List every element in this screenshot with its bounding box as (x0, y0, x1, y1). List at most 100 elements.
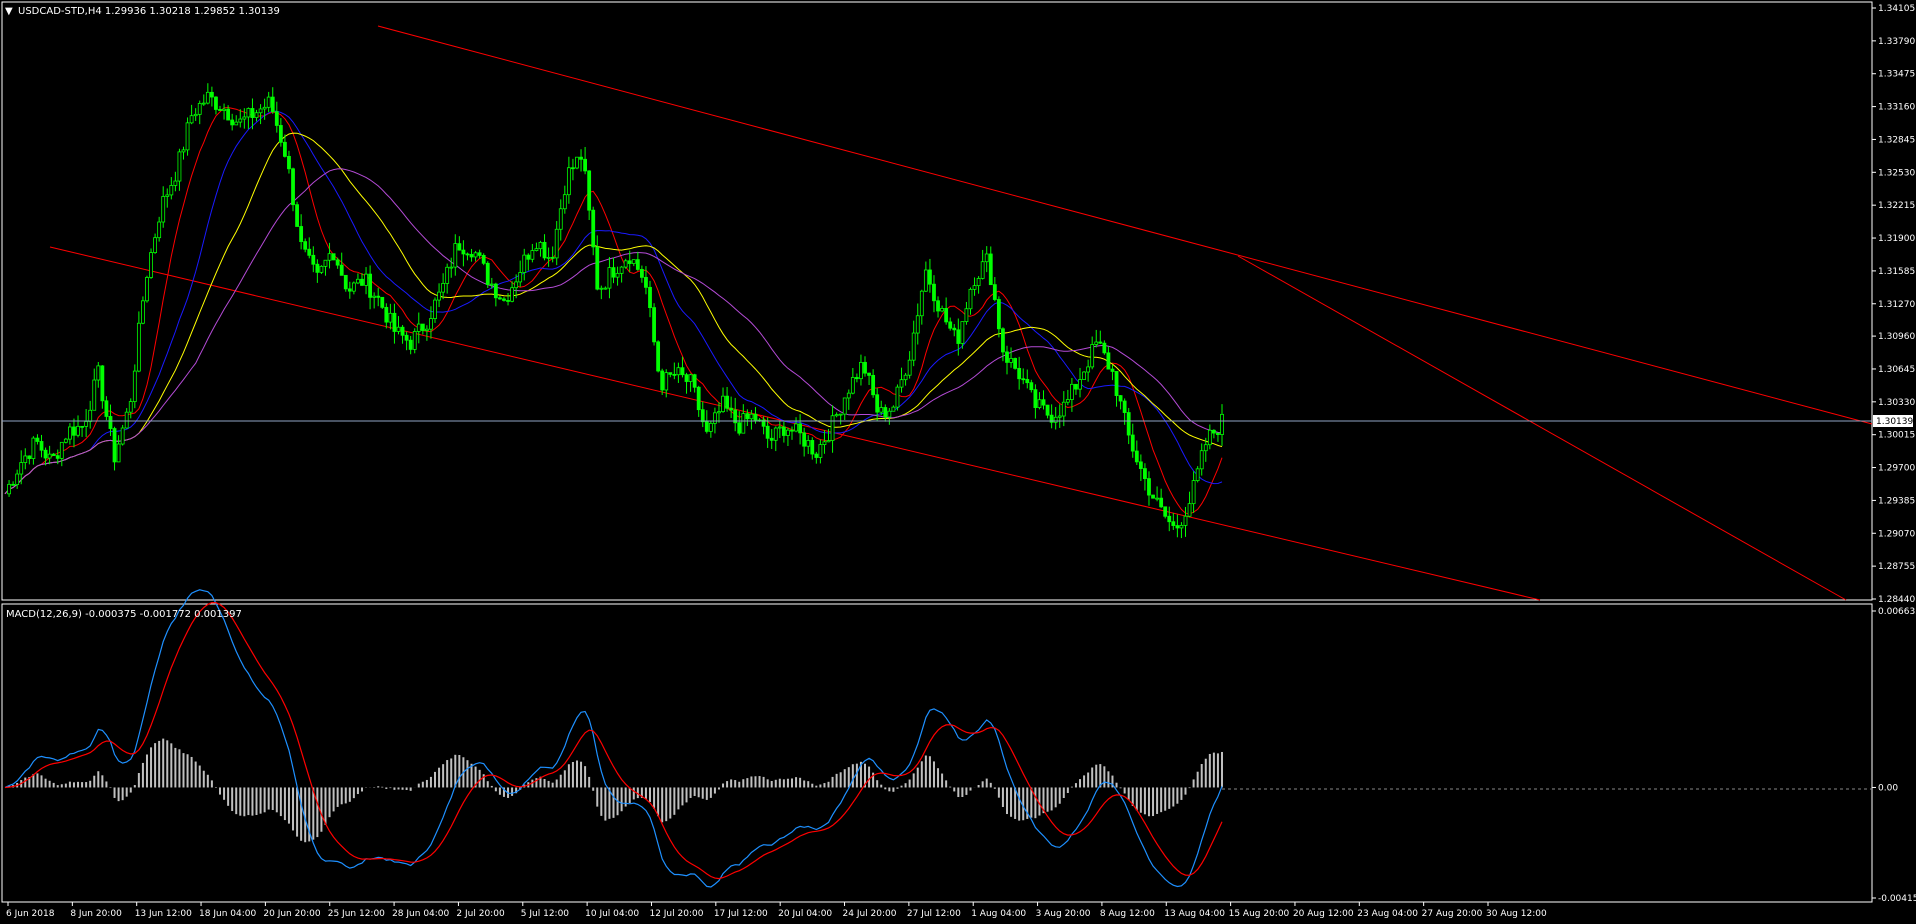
macd-y-tick-label: -0.004156 (1878, 894, 1916, 904)
candle-body (319, 265, 324, 273)
candle-body (704, 421, 709, 432)
candle-body (128, 401, 133, 413)
candle-body (274, 111, 279, 126)
candle-body (822, 441, 827, 446)
candle-body (818, 444, 823, 458)
candle-body (648, 286, 652, 309)
symbol-header: USDCAD-STD,H4 1.29936 1.30218 1.29852 1.… (18, 6, 280, 17)
candle-body (96, 365, 101, 381)
candle-body (1106, 352, 1111, 370)
candle-body (713, 412, 717, 424)
candle-body (773, 427, 778, 441)
candle-body (287, 155, 291, 170)
candle-body (1134, 450, 1139, 463)
y-tick-label: 1.34105 (1878, 4, 1915, 14)
candle-body (790, 429, 794, 432)
candle-body (595, 246, 600, 290)
dropdown-icon[interactable]: ▼ (5, 6, 13, 17)
candle-body (1065, 399, 1070, 403)
x-tick-label: 17 Jul 12:00 (714, 909, 768, 919)
candle-body (891, 406, 896, 412)
candle-body (169, 185, 174, 196)
candle-body (879, 407, 884, 413)
candle-body (1114, 371, 1119, 396)
candle-body (55, 455, 60, 459)
candle-body (477, 252, 482, 256)
x-tick-label: 15 Aug 20:00 (1229, 909, 1290, 919)
candle-body (1187, 503, 1192, 517)
x-tick-label: 30 Aug 12:00 (1486, 909, 1547, 919)
candle-body (940, 308, 944, 312)
candle-body (615, 272, 620, 278)
candle-body (1183, 515, 1188, 526)
candle-body (786, 429, 790, 436)
candle-body (806, 440, 811, 447)
candle-body (1203, 444, 1208, 452)
candle-body (392, 312, 397, 332)
candle-body (380, 296, 385, 308)
candle-body (76, 425, 80, 436)
candle-body (254, 112, 259, 118)
candle-body (510, 287, 514, 302)
candle-body (433, 299, 437, 319)
candle-body (984, 253, 989, 263)
candle-body (907, 359, 912, 376)
candle-body (453, 243, 458, 268)
candle-body (562, 194, 567, 210)
candle-body (781, 426, 786, 436)
candle-body (1009, 358, 1013, 363)
candle-body (1082, 371, 1086, 380)
candle-body (315, 263, 320, 273)
candle-body (92, 379, 97, 411)
x-tick-label: 1 Aug 04:00 (971, 909, 1026, 919)
candle-body (1041, 399, 1046, 406)
candle-body (1216, 432, 1220, 435)
candle-body (741, 413, 746, 434)
x-tick-label: 20 Jun 20:00 (263, 909, 320, 919)
macd-y-tick-label: 0.006635 (1878, 607, 1916, 617)
candle-body (1171, 521, 1176, 526)
candle-body (1102, 342, 1107, 354)
chart-canvas[interactable]: 1.30139 1.34105 1.33790 1.33475 1.33160 1.32… (0, 0, 1916, 924)
candle-body (68, 426, 72, 440)
candle-body (364, 273, 368, 286)
candle-body (960, 321, 965, 344)
candle-body (948, 321, 953, 329)
candle-body (1167, 515, 1172, 523)
candle-body (554, 228, 559, 259)
macd-y-tick-label: 0.00 (1878, 783, 1898, 793)
candle-body (27, 455, 32, 459)
candle-body (262, 106, 267, 110)
candle-body (116, 443, 121, 463)
candle-body (303, 241, 308, 250)
candle-body (108, 416, 113, 429)
candle-body (335, 259, 340, 266)
candle-body (863, 361, 867, 374)
candle-body (725, 395, 729, 409)
candle-body (1130, 434, 1135, 452)
y-tick-label: 1.28440 (1878, 595, 1915, 605)
candle-body (376, 295, 381, 298)
candle-body (1175, 525, 1180, 529)
x-tick-label: 24 Jul 20:00 (843, 909, 897, 919)
candle-body (59, 441, 64, 459)
candle-body (591, 209, 596, 248)
y-tick-label: 1.33160 (1878, 103, 1915, 113)
candle-body (1021, 378, 1026, 381)
candle-body (688, 374, 693, 382)
candle-body (1061, 401, 1066, 417)
candle-body (197, 103, 202, 115)
candle-body (242, 116, 247, 120)
candle-body (737, 422, 742, 434)
candle-body (307, 248, 312, 256)
candle-body (571, 167, 575, 170)
candle-body (400, 326, 405, 336)
candle-body (1143, 468, 1147, 480)
candle-body (769, 437, 774, 441)
candle-body (100, 365, 105, 402)
candle-body (445, 266, 450, 284)
candle-body (246, 108, 251, 118)
candle-body (518, 272, 523, 283)
candle-body (88, 409, 93, 422)
candle-body (124, 411, 129, 429)
